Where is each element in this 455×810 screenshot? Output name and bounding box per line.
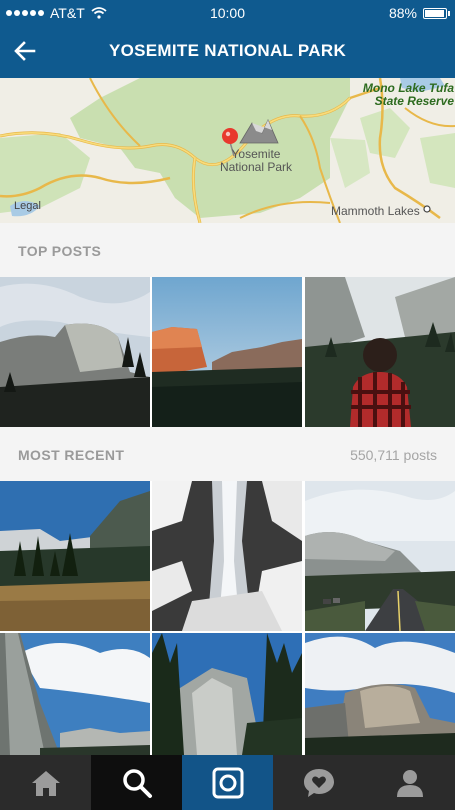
most-recent-header: MOST RECENT 550,711 posts — [0, 427, 455, 481]
most-recent-label: MOST RECENT — [18, 447, 125, 463]
page-title: YOSEMITE NATIONAL PARK — [108, 41, 347, 60]
photo-tile[interactable] — [305, 481, 455, 631]
map-label-town: Mammoth Lakes — [331, 204, 420, 218]
tab-bar — [0, 755, 455, 810]
top-posts-label: TOP POSTS — [18, 243, 102, 259]
top-posts-grid — [0, 277, 455, 427]
meadow-trees-photo — [0, 481, 150, 631]
waterfall-snow-photo — [152, 481, 302, 631]
forest-cliff-photo — [152, 633, 302, 755]
nav-bar: YOSEMITE NATIONAL PARK — [0, 26, 455, 78]
person-icon — [396, 769, 423, 797]
photo-tile[interactable] — [0, 481, 150, 631]
status-bar: AT&T 10:00 88% — [0, 0, 455, 26]
tab-search[interactable] — [91, 755, 182, 810]
tab-activity[interactable] — [273, 755, 364, 810]
posts-count: 550,711 posts — [350, 447, 437, 463]
photo-tile[interactable] — [305, 277, 455, 427]
el-capitan-clouds-photo — [305, 633, 455, 755]
tab-camera[interactable] — [182, 755, 273, 810]
granite-wall-photo — [0, 633, 150, 755]
status-time: 10:00 — [209, 5, 246, 21]
photo-tile[interactable] — [152, 277, 302, 427]
photo-tile[interactable] — [152, 481, 302, 631]
search-icon — [122, 768, 152, 798]
tab-profile[interactable] — [364, 755, 455, 810]
camera-icon — [212, 767, 243, 798]
map-label-reserve: Mono Lake Tufa State Reserve — [362, 81, 454, 108]
battery-icon — [423, 7, 450, 19]
sunset-cliffs-photo — [152, 277, 302, 427]
heart-bubble-icon — [303, 768, 334, 797]
photo-tile[interactable] — [152, 633, 302, 755]
photo-tile[interactable] — [0, 277, 150, 427]
road-valley-photo — [305, 481, 455, 631]
battery-percent: 88% — [388, 5, 417, 21]
location-map[interactable]: Yosemite National Park Mono Lake Tufa St… — [0, 78, 455, 223]
most-recent-grid — [0, 481, 455, 755]
photo-tile[interactable] — [0, 633, 150, 755]
map-label-park: Yosemite National Park — [219, 147, 293, 174]
photo-tile[interactable] — [305, 633, 455, 755]
home-icon — [31, 770, 60, 796]
el-capitan-photo — [0, 277, 150, 427]
map-legal-link[interactable]: Legal — [14, 200, 41, 212]
top-posts-header: TOP POSTS — [0, 223, 455, 277]
person-in-flannel-photo — [305, 277, 455, 427]
tab-home[interactable] — [0, 755, 91, 810]
